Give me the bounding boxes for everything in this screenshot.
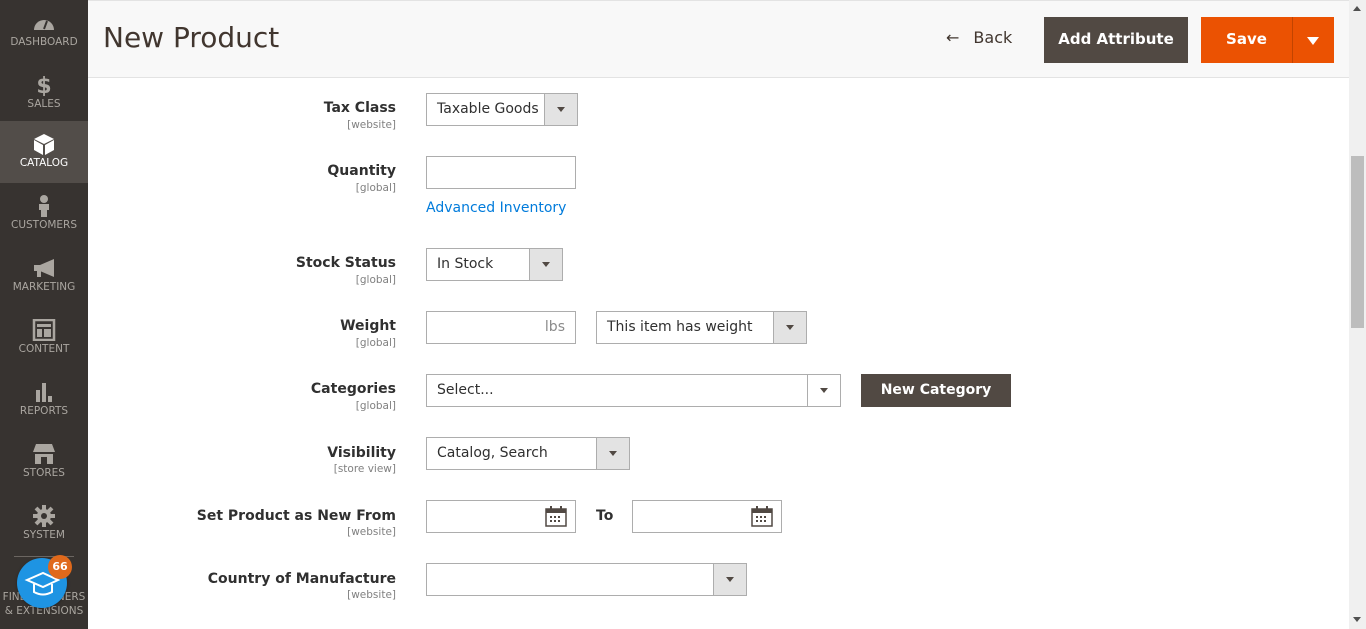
dashboard-icon [34,20,54,30]
person-icon [39,195,49,217]
stock-status-scope: [global] [355,274,396,286]
sidebar-item-label: SYSTEM [23,529,65,541]
country-label: Country of Manufacture [207,571,396,587]
weight-label: Weight [340,318,396,334]
advanced-inventory-link[interactable]: Advanced Inventory [426,200,566,216]
visibility-label: Visibility [327,445,396,461]
quantity-scope: [global] [355,182,396,194]
tax-class-scope: [website] [347,119,396,131]
sidebar-item-dashboard[interactable]: DASHBOARD [0,0,88,62]
stock-status-label: Stock Status [295,255,396,271]
sidebar-item-content[interactable]: CONTENT [0,307,88,369]
categories-scope: [global] [355,400,396,412]
sidebar-item-label: CUSTOMERS [10,219,77,231]
chevron-down-icon [544,94,577,125]
new-from-label: Set Product as New From [196,508,396,524]
page-scrollbar[interactable] [1349,0,1366,629]
visibility-scope: [store view] [333,463,396,475]
sidebar-item-sales[interactable]: $ SALES [0,62,88,124]
storefront-icon [33,444,55,464]
weight-input[interactable]: lbs [426,311,576,344]
sidebar-item-label: DASHBOARD [10,36,78,48]
sidebar-item-customers[interactable]: CUSTOMERS [0,183,88,245]
save-dropdown-toggle[interactable] [1293,17,1334,63]
scroll-up-arrow-icon[interactable] [1353,6,1361,11]
add-attribute-button[interactable]: Add Attribute [1044,17,1188,63]
to-label: To [596,508,614,524]
scrollbar-thumb[interactable] [1351,156,1364,328]
sidebar-item-label: STORES [23,467,65,479]
country-select[interactable] [426,563,747,596]
megaphone-icon [34,259,54,277]
quantity-label: Quantity [327,163,396,179]
sidebar-item-reports[interactable]: REPORTS [0,369,88,431]
back-button[interactable]: ← Back [946,28,1012,47]
chevron-down-icon [713,564,746,595]
calendar-icon[interactable] [751,506,773,527]
layout-icon [32,319,56,341]
stock-status-value: In Stock [437,256,494,272]
tax-class-label: Tax Class [323,100,396,116]
new-category-button[interactable]: New Category [861,374,1011,407]
sidebar-item-label: REPORTS [19,405,69,417]
tax-class-value: Taxable Goods [437,101,539,117]
new-from-date-input[interactable] [426,500,576,533]
save-button[interactable]: Save [1201,17,1293,63]
chevron-down-icon [807,375,840,406]
stock-status-select[interactable]: In Stock [426,248,563,281]
sidebar-item-catalog[interactable]: CATALOG [0,121,88,183]
back-label: Back [973,28,1013,47]
svg-text:$: $ [36,74,51,96]
sidebar-item-label: SALES [27,98,61,110]
new-to-date-input[interactable] [632,500,782,533]
weight-scope: [global] [355,337,396,349]
categories-select[interactable]: Select... [426,374,841,407]
visibility-value: Catalog, Search [437,445,548,461]
categories-value: Select... [437,382,494,398]
chevron-down-icon [773,312,806,343]
box-icon [34,134,54,155]
chevron-down-icon [596,438,629,469]
scroll-down-arrow-icon[interactable] [1353,617,1361,622]
calendar-icon[interactable] [545,506,567,527]
country-scope: [website] [347,589,396,601]
bar-chart-icon [36,383,52,402]
sidebar-item-label: CATALOG [19,157,69,169]
chevron-down-icon [529,249,562,280]
visibility-select[interactable]: Catalog, Search [426,437,630,470]
page-title: New Product [103,21,280,54]
notification-badge: 66 [48,555,72,579]
weight-unit: lbs [544,319,565,335]
sidebar-item-label: CONTENT [18,343,70,355]
dollar-icon: $ [36,74,51,96]
new-from-scope: [website] [347,526,396,538]
gear-icon [33,505,55,527]
sidebar-item-marketing[interactable]: MARKETING [0,245,88,307]
quantity-input[interactable] [426,156,576,189]
page-header: New Product ← Back Add Attribute Save [88,0,1349,78]
weight-type-value: This item has weight [607,319,753,335]
tax-class-select[interactable]: Taxable Goods [426,93,578,126]
admin-sidebar: DASHBOARD $ SALES CATALOG CUSTOMERS MARK… [0,0,88,629]
sidebar-item-stores[interactable]: STORES [0,431,88,493]
arrow-left-icon: ← [946,28,960,47]
sidebar-item-label: MARKETING [12,281,76,293]
sidebar-item-system[interactable]: SYSTEM [0,493,88,555]
categories-label: Categories [310,381,396,397]
weight-type-select[interactable]: This item has weight [596,311,807,344]
